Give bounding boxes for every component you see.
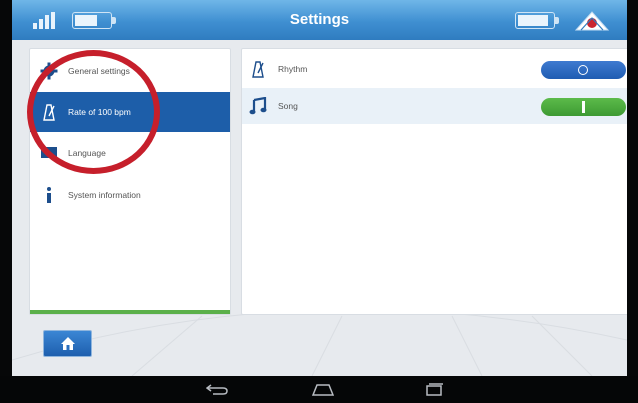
back-icon: [206, 384, 228, 395]
sidebar-item-general-settings[interactable]: General settings: [30, 51, 230, 91]
options-panel: Rhythm Song: [241, 48, 627, 315]
sidebar-footer-bar: [30, 310, 230, 314]
rhythm-toggle[interactable]: [541, 61, 626, 79]
metronome-icon: [252, 61, 264, 78]
sidebar-item-label: Rate of 100 bpm: [68, 107, 131, 117]
brand-logo-icon: [574, 11, 610, 31]
back-button[interactable]: [204, 380, 230, 398]
option-row-song[interactable]: Song: [242, 88, 627, 124]
sidebar-item-rate[interactable]: Rate of 100 bpm: [30, 92, 230, 132]
settings-sidebar: General settings Rate of 100 bpm Languag…: [29, 48, 231, 315]
option-label: Rhythm: [278, 64, 308, 74]
sidebar-item-label: General settings: [68, 66, 130, 76]
home-outline-icon: [312, 383, 334, 396]
home-button[interactable]: [43, 330, 92, 357]
sidebar-item-language[interactable]: Language: [30, 133, 230, 173]
option-row-rhythm[interactable]: Rhythm: [242, 51, 627, 87]
sidebar-item-system-information[interactable]: System information: [30, 175, 230, 215]
home-nav-button[interactable]: [310, 380, 336, 398]
battery-level-icon: [515, 12, 559, 29]
option-label: Song: [278, 101, 298, 111]
home-icon: [60, 337, 75, 350]
header-bar: Settings: [12, 0, 627, 40]
recent-apps-button[interactable]: [421, 380, 447, 398]
song-toggle[interactable]: [541, 98, 626, 116]
system-navigation-bar: [0, 376, 638, 403]
music-note-icon: [249, 97, 267, 115]
sidebar-item-label: Language: [68, 148, 106, 158]
sidebar-item-label: System information: [68, 190, 141, 200]
recent-apps-icon: [426, 382, 443, 396]
gear-icon: [40, 62, 58, 80]
tablet-screen: Settings General settings Rate of 100 bp…: [12, 0, 627, 376]
flag-icon: [41, 147, 57, 158]
metronome-icon: [43, 104, 55, 121]
info-icon: [47, 187, 51, 203]
